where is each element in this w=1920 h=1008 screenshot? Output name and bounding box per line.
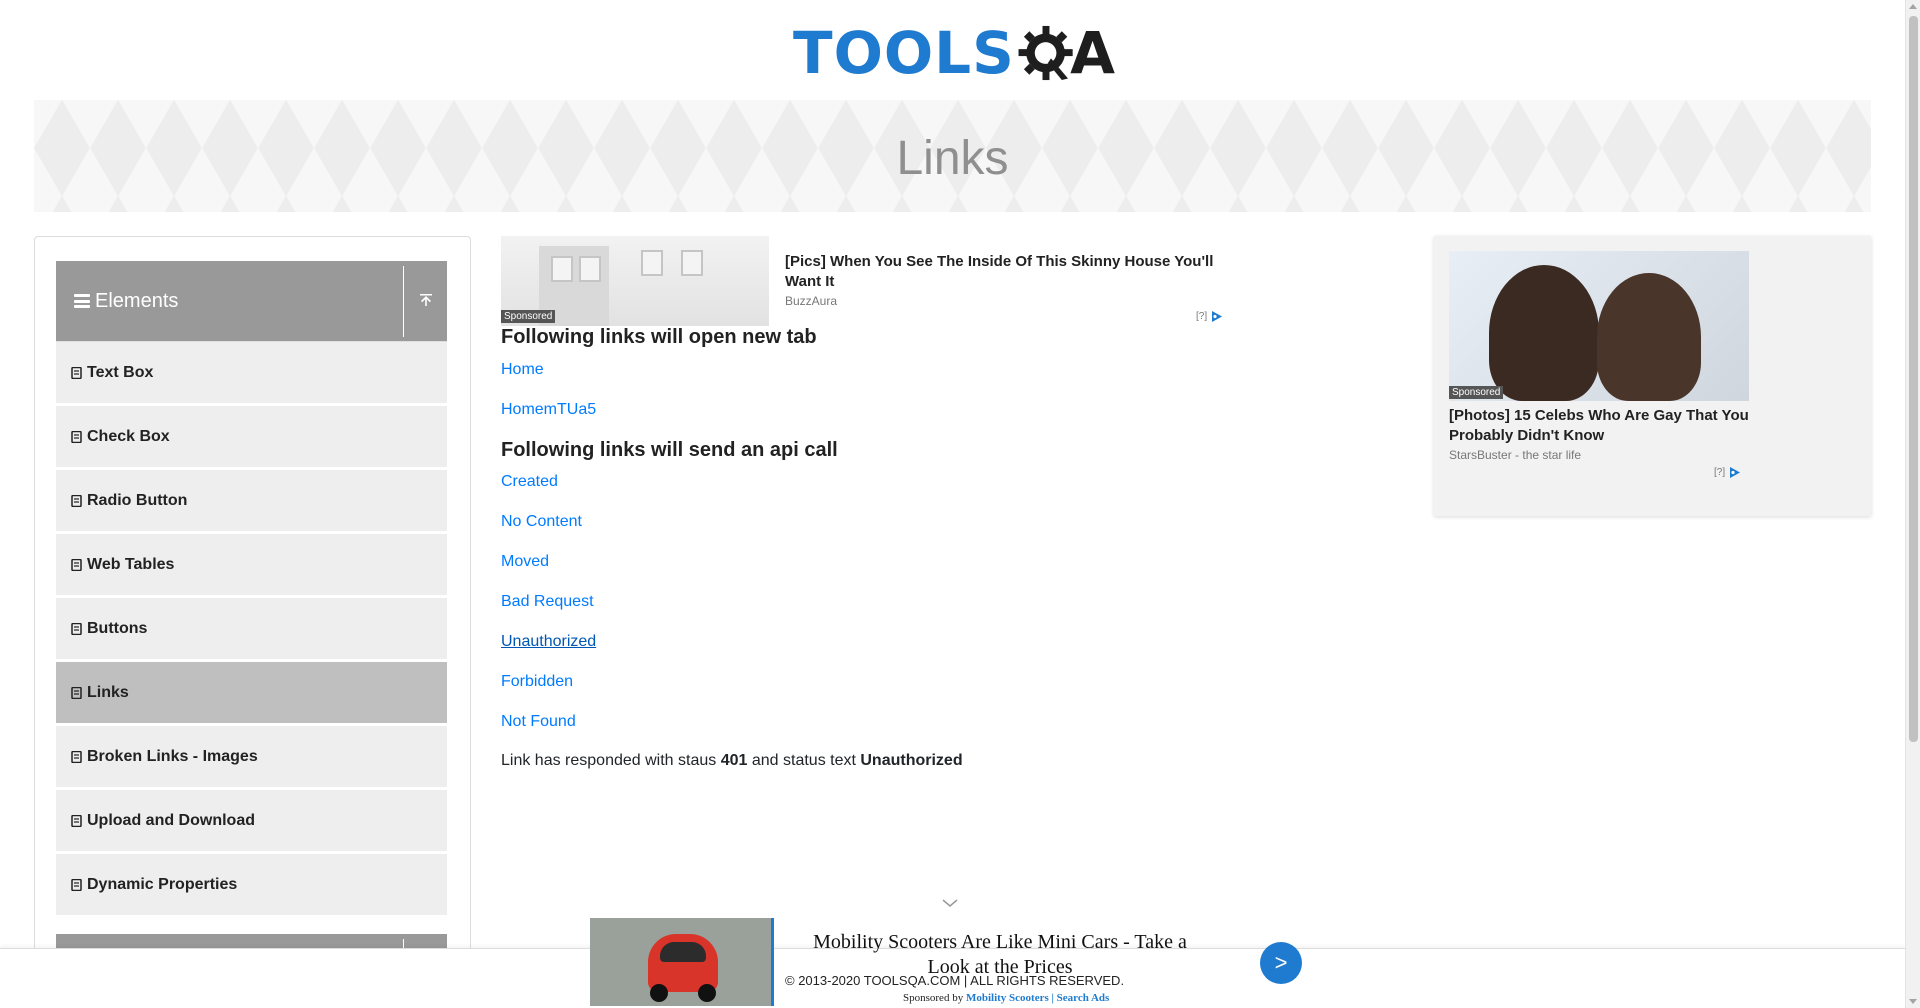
sponsored-tag: Sponsored bbox=[1449, 386, 1504, 399]
sidebar-item-label: Text Box bbox=[87, 363, 154, 381]
group-title-label: Elements bbox=[95, 289, 179, 312]
api-call-heading: Following links will send an api call bbox=[501, 439, 838, 461]
sponsored-ad-top[interactable]: Sponsored [Pics] When You See The Inside… bbox=[501, 236, 1229, 326]
ad-source: StarsBuster - the star life bbox=[1449, 448, 1582, 462]
item-icon bbox=[71, 366, 82, 379]
sidebar-item-web-tables[interactable]: Web Tables bbox=[56, 534, 447, 596]
ad-image-window bbox=[641, 250, 663, 276]
link-home[interactable]: Home bbox=[501, 361, 544, 379]
item-icon bbox=[71, 686, 82, 699]
ad-source: BuzzAura bbox=[785, 294, 838, 308]
sidebar-item-buttons[interactable]: Buttons bbox=[56, 598, 447, 660]
ad-sponsor-line: Sponsored by Mobility Scooters | Search … bbox=[903, 992, 1109, 1004]
ad-image bbox=[590, 918, 774, 1006]
sticky-bottom-ad[interactable]: Mobility Scooters Are Like Mini Cars - T… bbox=[590, 918, 1303, 1008]
item-icon bbox=[71, 750, 82, 763]
ad-title[interactable]: Mobility Scooters Are Like Mini Cars - T… bbox=[790, 930, 1210, 980]
item-icon bbox=[71, 558, 82, 571]
link-home-dynamic[interactable]: HomemTUa5 bbox=[501, 401, 596, 419]
ad-help: [?] bbox=[1196, 311, 1208, 322]
response-middle: and status text bbox=[751, 752, 856, 769]
hamburger-icon bbox=[74, 294, 90, 308]
ad-image-wheel bbox=[698, 984, 716, 1002]
ad-choices[interactable]: [?] bbox=[1714, 466, 1742, 479]
ad-image-wheel bbox=[650, 984, 668, 1002]
sidebar-item-radio-button[interactable]: Radio Button bbox=[56, 470, 447, 532]
scrollbar-thumb[interactable] bbox=[1909, 16, 1918, 742]
sponsored-ad-right[interactable]: Sponsored [Photos] 15 Celebs Who Are Gay… bbox=[1434, 236, 1871, 516]
sidebar-item-check-box[interactable]: Check Box bbox=[56, 406, 447, 468]
sidebar-item-label: Dynamic Properties bbox=[87, 875, 238, 893]
sidebar-item-label: Broken Links - Images bbox=[87, 747, 258, 765]
sidebar-item-links[interactable]: Links bbox=[56, 662, 447, 724]
collapse-toggle[interactable] bbox=[403, 265, 447, 337]
sidebar-item-label: Upload and Download bbox=[87, 811, 255, 829]
link-moved[interactable]: Moved bbox=[501, 553, 549, 571]
ad-image-person bbox=[1489, 265, 1599, 401]
item-icon bbox=[71, 494, 82, 507]
page-title: Links bbox=[896, 131, 1009, 185]
sidebar-item-upload-download[interactable]: Upload and Download bbox=[56, 790, 447, 852]
sidebar-item-text-box[interactable]: Text Box bbox=[56, 342, 447, 404]
item-icon bbox=[71, 430, 82, 443]
ad-title[interactable]: [Pics] When You See The Inside Of This S… bbox=[785, 252, 1225, 292]
upload-arrow-icon bbox=[419, 294, 432, 306]
item-icon bbox=[71, 622, 82, 635]
ad-sponsor-prefix: Sponsored by bbox=[903, 992, 964, 1004]
sidebar-item-dynamic-properties[interactable]: Dynamic Properties bbox=[56, 854, 447, 916]
new-tab-heading: Following links will open new tab bbox=[501, 326, 817, 348]
sidebar-item-label: Buttons bbox=[87, 619, 148, 637]
toolsqa-logo[interactable]: TOOLS A bbox=[793, 16, 1115, 90]
ad-title[interactable]: [Photos] 15 Celebs Who Are Gay That You … bbox=[1449, 406, 1749, 446]
chevron-down-icon[interactable] bbox=[942, 898, 958, 908]
sponsored-tag: Sponsored bbox=[501, 310, 556, 323]
page: TOOLS A Links Elements Text Box Check Bo… bbox=[0, 0, 1920, 1008]
response-status-code: 401 bbox=[720, 752, 748, 769]
sidebar-item-label: Web Tables bbox=[87, 555, 175, 573]
logo-text: TOOLS bbox=[793, 19, 1015, 87]
ad-image-window bbox=[681, 250, 703, 276]
ad-sponsor-link[interactable]: Mobility Scooters | Search Ads bbox=[966, 992, 1109, 1004]
ad-image-window bbox=[551, 256, 573, 282]
link-forbidden[interactable]: Forbidden bbox=[501, 673, 573, 691]
link-unauthorized[interactable]: Unauthorized bbox=[501, 633, 596, 651]
gear-q-icon bbox=[1018, 25, 1073, 81]
ad-image-window bbox=[579, 256, 601, 282]
ad-image bbox=[1449, 251, 1749, 401]
response-status-text: Unauthorized bbox=[860, 752, 963, 769]
sidebar: Elements Text Box Check Box Radio Button… bbox=[34, 236, 471, 1008]
ad-help: [?] bbox=[1714, 467, 1726, 478]
sidebar-item-label: Links bbox=[87, 683, 129, 701]
adchoices-icon bbox=[1212, 311, 1223, 322]
sidebar-item-label: Radio Button bbox=[87, 491, 188, 509]
link-not-found[interactable]: Not Found bbox=[501, 713, 576, 731]
response-prefix: Link has responded with staus bbox=[501, 752, 717, 769]
item-icon bbox=[71, 878, 82, 891]
link-no-content[interactable]: No Content bbox=[501, 513, 582, 531]
sidebar-item-label: Check Box bbox=[87, 427, 170, 445]
sidebar-item-broken-links[interactable]: Broken Links - Images bbox=[56, 726, 447, 788]
link-response: Link has responded with staus 401 and st… bbox=[501, 752, 963, 770]
vertical-scrollbar[interactable] bbox=[1905, 0, 1920, 1008]
ad-image-person bbox=[1597, 273, 1701, 401]
link-created[interactable]: Created bbox=[501, 473, 558, 491]
scroll-up-arrow-icon[interactable] bbox=[1909, 4, 1917, 9]
page-banner: Links bbox=[34, 100, 1871, 212]
elements-group-header[interactable]: Elements bbox=[56, 261, 447, 342]
adchoices-icon bbox=[1730, 467, 1741, 478]
group-title: Elements bbox=[56, 290, 403, 313]
item-icon bbox=[71, 814, 82, 827]
logo-suffix: A bbox=[1070, 19, 1115, 87]
ad-go-button[interactable]: > bbox=[1260, 942, 1302, 984]
scroll-down-arrow-icon[interactable] bbox=[1909, 999, 1917, 1004]
link-bad-request[interactable]: Bad Request bbox=[501, 593, 594, 611]
ad-choices[interactable]: [?] bbox=[1196, 310, 1224, 323]
